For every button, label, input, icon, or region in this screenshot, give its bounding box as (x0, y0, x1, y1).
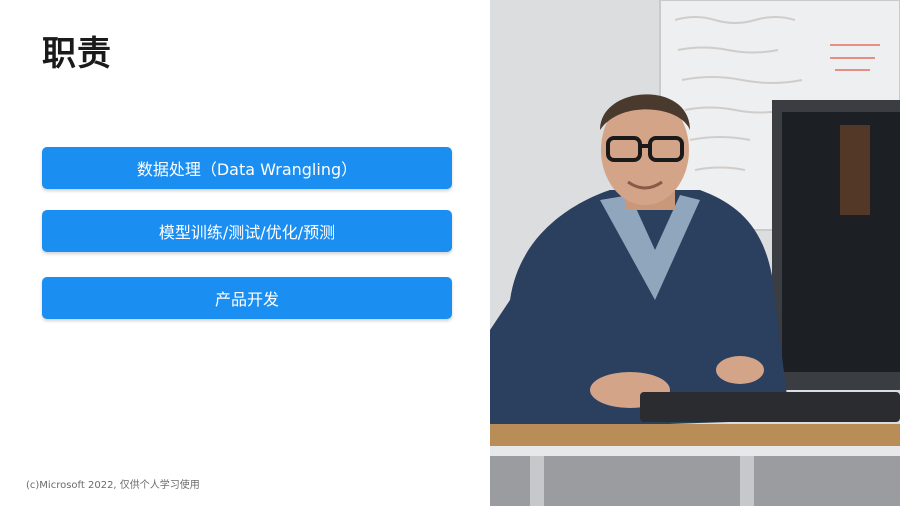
responsibility-label: 数据处理（Data Wrangling） (136, 160, 358, 179)
slide-title: 职责 (42, 34, 112, 74)
slide-content: 职责 数据处理（Data Wrangling） 模型训练/测试/优化/预测 产品… (0, 0, 490, 506)
responsibility-label: 模型训练/测试/优化/预测 (158, 223, 336, 242)
responsibility-product-dev[interactable]: 产品开发 (42, 277, 452, 319)
person-at-desk-photo (490, 0, 900, 506)
responsibility-model-training[interactable]: 模型训练/测试/优化/预测 (42, 210, 452, 252)
copyright-footer: (c)Microsoft 2022, 仅供个人学习使用 (26, 480, 200, 491)
responsibility-data-wrangling[interactable]: 数据处理（Data Wrangling） (42, 147, 452, 189)
responsibility-label: 产品开发 (214, 290, 279, 309)
photo-illustration (490, 0, 900, 506)
